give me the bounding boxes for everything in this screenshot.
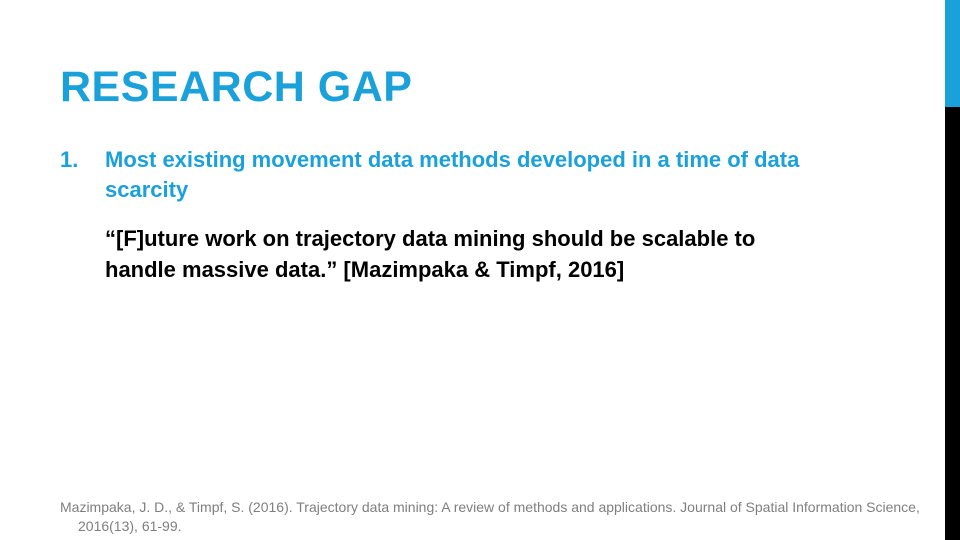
list-item-number: 1. bbox=[60, 147, 79, 172]
accent-sidebar-top bbox=[945, 0, 960, 107]
accent-sidebar-bottom bbox=[945, 107, 960, 540]
reference-citation: Mazimpaka, J. D., & Timpf, S. (2016). Tr… bbox=[60, 499, 920, 534]
quote-text: “[F]uture work on trajectory data mining… bbox=[105, 226, 756, 282]
slide: RESEARCH GAP 1. Most existing movement d… bbox=[0, 0, 960, 540]
slide-title: RESEARCH GAP bbox=[60, 63, 413, 111]
list-item-text: Most existing movement data methods deve… bbox=[105, 147, 800, 202]
